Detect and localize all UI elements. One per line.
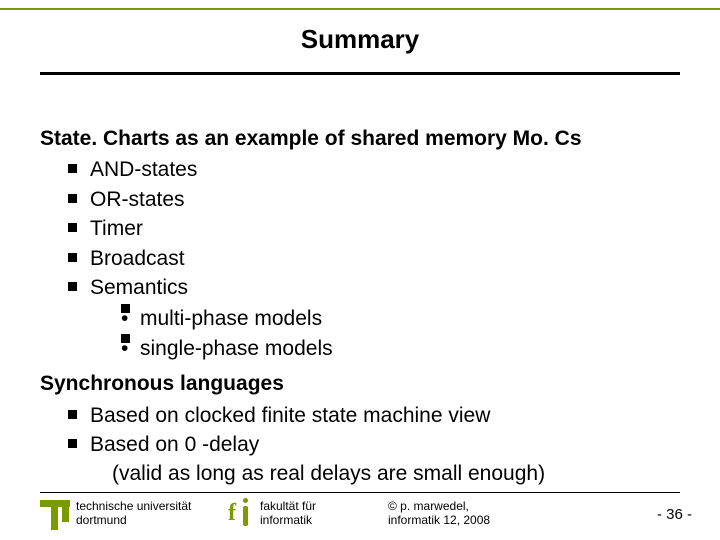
copyright: © p. marwedel, informatik 12, 2008 — [388, 500, 490, 528]
list-item: single-phase models — [118, 334, 680, 363]
list-item: Broadcast — [68, 244, 680, 273]
tu-dortmund-logo-icon — [40, 500, 70, 530]
slide-title: Summary — [301, 24, 420, 54]
list-item-label: Semantics — [90, 276, 188, 299]
list-item: multi-phase models — [118, 304, 680, 333]
list-item: AND-states — [68, 155, 680, 184]
university-name-line1: technische universität — [76, 499, 191, 513]
faculty-name: fakultät für informatik — [260, 500, 316, 528]
list-item: Based on clocked finite state machine vi… — [68, 401, 680, 430]
faculty-name-line1: fakultät für — [260, 499, 316, 513]
section-1-list: AND-states OR-states Timer Broadcast Sem… — [68, 155, 680, 363]
list-item-label: Based on 0 -delay — [90, 433, 259, 456]
section-heading-2: Synchronous languages — [40, 369, 680, 398]
slide: Summary State. Charts as an example of s… — [0, 0, 720, 540]
faculty-name-line2: informatik — [260, 513, 312, 527]
list-item-label: Timer — [90, 217, 143, 240]
body-content: State. Charts as an example of shared me… — [40, 124, 680, 495]
section-2-list: Based on clocked finite state machine vi… — [68, 401, 680, 489]
footer: technische universität dortmund f fakult… — [0, 492, 720, 536]
top-accent-rule — [0, 8, 720, 10]
list-item-label: multi-phase models — [140, 307, 322, 330]
faculty-logo-icon: f — [228, 498, 254, 528]
list-item-label: OR-states — [90, 188, 185, 211]
list-item: OR-states — [68, 185, 680, 214]
title-underline — [40, 72, 680, 75]
section-heading-1: State. Charts as an example of shared me… — [40, 124, 680, 153]
list-item-label: Based on clocked finite state machine vi… — [90, 404, 490, 427]
list-item: Based on 0 -delay (valid as long as real… — [68, 430, 680, 489]
title-area: Summary — [0, 24, 720, 55]
section-1-sublist: multi-phase models single-phase models — [118, 304, 680, 363]
list-item-label: single-phase models — [140, 337, 333, 360]
page-number: - 36 - — [657, 506, 692, 523]
university-name-line2: dortmund — [76, 513, 127, 527]
list-item: Timer — [68, 214, 680, 243]
university-name: technische universität dortmund — [76, 500, 191, 528]
list-item-label: AND-states — [90, 158, 197, 181]
copyright-line1: © p. marwedel, — [388, 499, 469, 513]
copyright-line2: informatik 12, 2008 — [388, 513, 490, 527]
parenthetical-note: (valid as long as real delays are small … — [90, 459, 680, 488]
footer-rule — [40, 492, 680, 493]
list-item: Semantics multi-phase models single-phas… — [68, 273, 680, 363]
list-item-label: Broadcast — [90, 247, 185, 270]
